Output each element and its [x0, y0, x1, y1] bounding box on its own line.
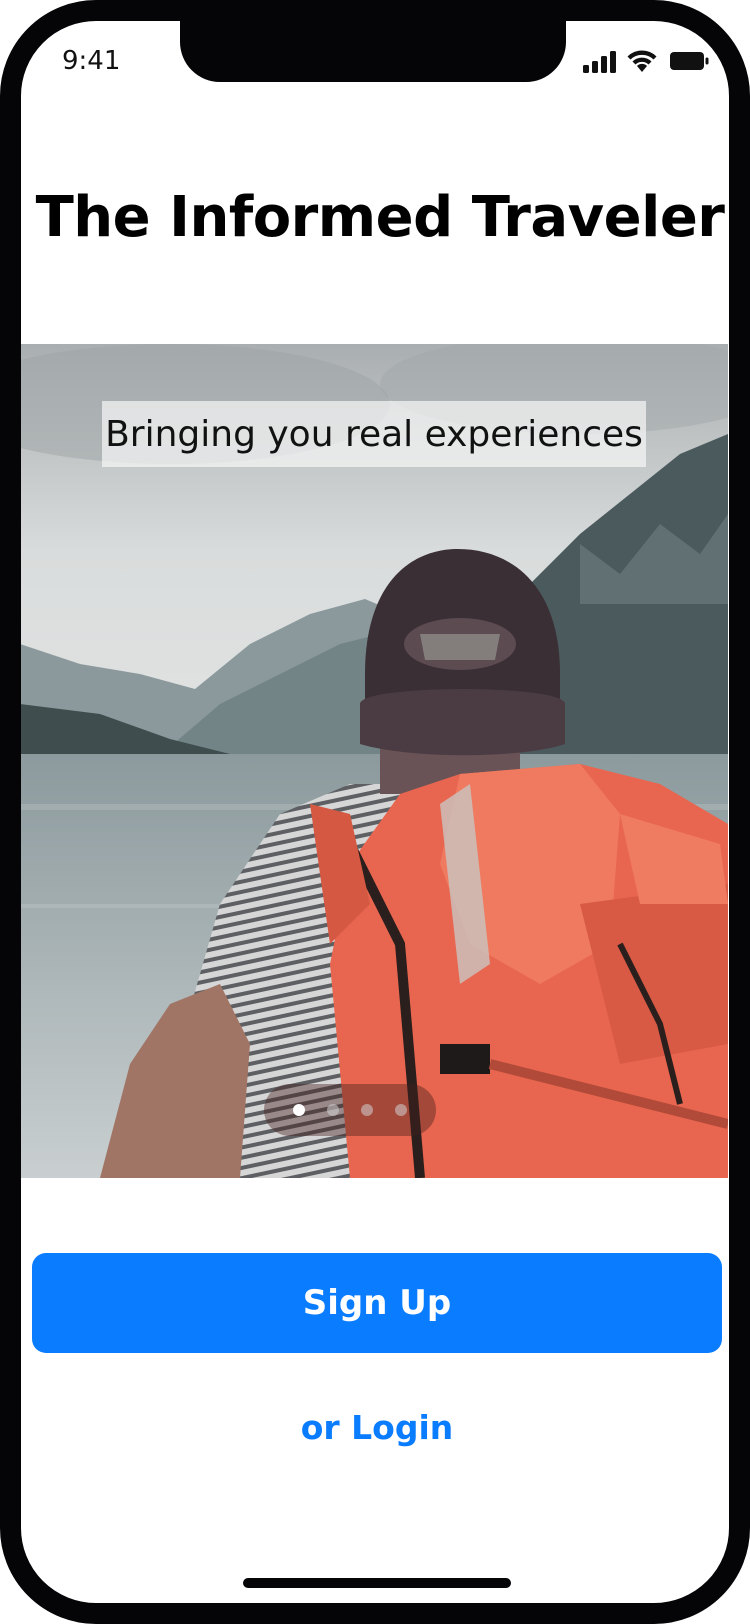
wifi-icon — [627, 50, 657, 72]
home-indicator[interactable] — [243, 1578, 511, 1588]
page-dot-3[interactable] — [361, 1104, 373, 1116]
phone-screen: 9:41 The Informed Traveler Bringing you … — [0, 0, 750, 1624]
page-dot-1[interactable] — [293, 1104, 305, 1116]
signup-button[interactable]: Sign Up — [32, 1253, 722, 1353]
status-icons — [583, 48, 713, 74]
signal-icon — [583, 51, 616, 73]
device-notch — [180, 0, 566, 82]
app-title: The Informed Traveler — [35, 185, 725, 250]
status-time: 9:41 — [62, 46, 121, 76]
hero-carousel[interactable] — [20, 344, 728, 1178]
carousel-tagline: Bringing you real experiences — [102, 401, 646, 467]
battery-icon — [670, 52, 709, 70]
hero-image — [20, 344, 728, 1178]
page-dot-2[interactable] — [327, 1104, 339, 1116]
login-link[interactable]: or Login — [250, 1400, 504, 1456]
page-dot-4[interactable] — [395, 1104, 407, 1116]
carousel-page-indicator[interactable] — [264, 1084, 436, 1136]
